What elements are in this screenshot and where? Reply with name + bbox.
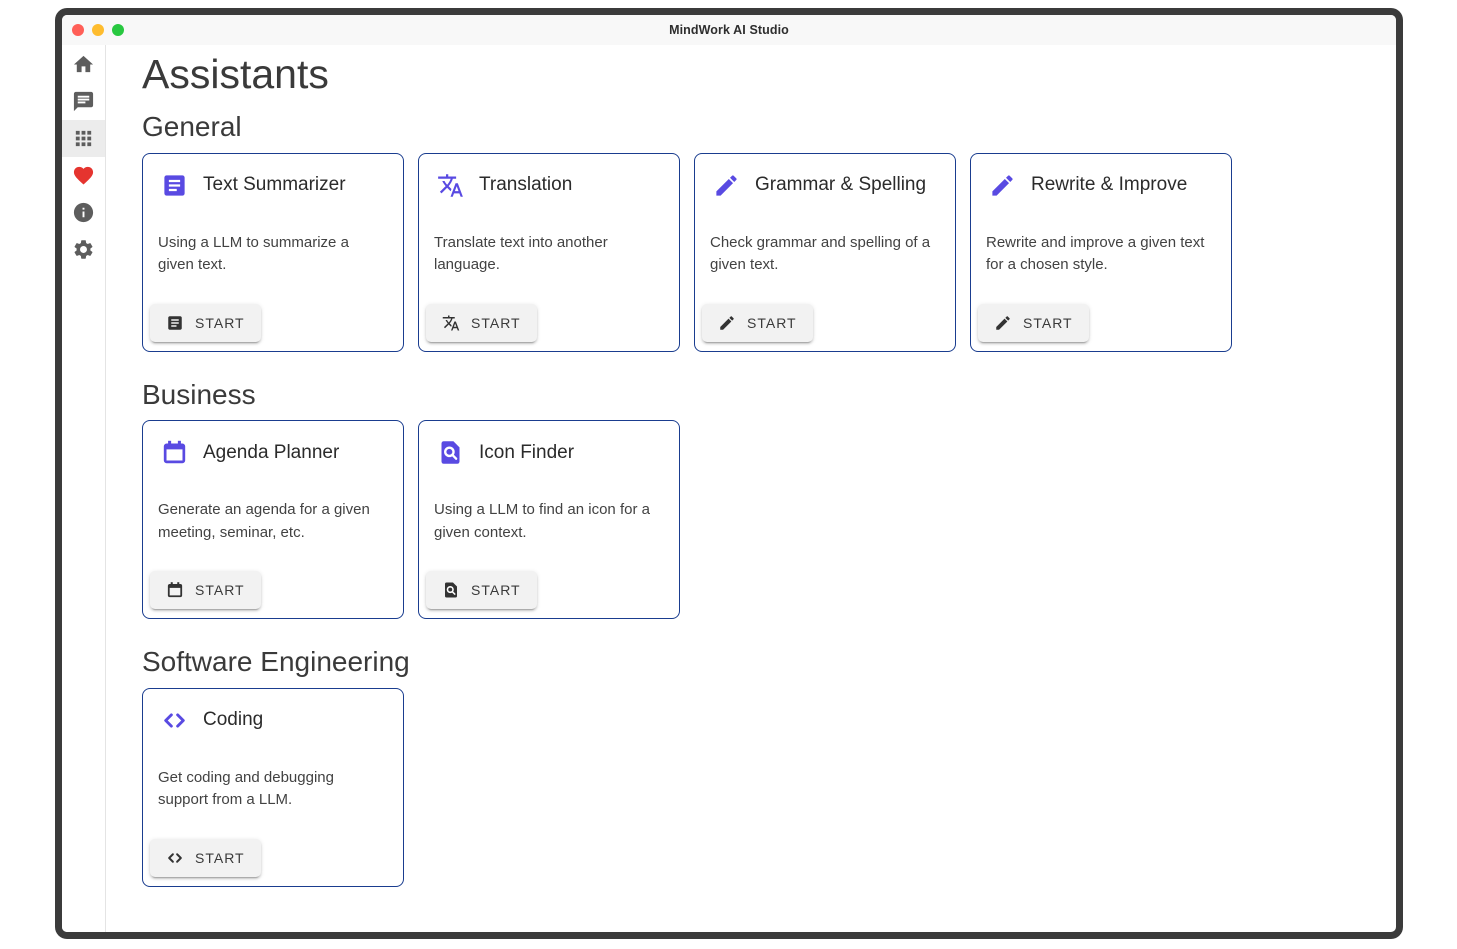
- start-button[interactable]: START: [150, 571, 261, 609]
- traffic-light-close[interactable]: [72, 24, 84, 36]
- card-header: Text Summarizer: [143, 154, 403, 199]
- sidebar-item-about[interactable]: [62, 194, 105, 231]
- card-title: Translation: [479, 174, 572, 196]
- start-button-label: START: [195, 850, 245, 866]
- card-description: Generate an agenda for a given meeting, …: [143, 499, 403, 544]
- home-icon: [72, 53, 95, 76]
- chat-icon: [72, 90, 95, 113]
- heart-icon: [72, 164, 95, 187]
- start-button[interactable]: START: [702, 304, 813, 342]
- traffic-lights: [62, 24, 124, 36]
- card-title: Rewrite & Improve: [1031, 174, 1187, 196]
- card-actions: START: [419, 297, 679, 351]
- card-actions: START: [143, 564, 403, 618]
- assistant-card: Coding Get coding and debugging support …: [142, 688, 404, 887]
- card-grid: Coding Get coding and debugging support …: [142, 688, 1396, 887]
- card-actions: START: [419, 564, 679, 618]
- assistant-card: Grammar & Spelling Check grammar and spe…: [694, 153, 956, 352]
- card-actions: START: [143, 832, 403, 886]
- start-button-label: START: [471, 582, 521, 598]
- window-frame: MindWork AI Studio Assistants General Te…: [55, 8, 1403, 939]
- card-description: Using a LLM to find an icon for a given …: [419, 499, 679, 544]
- section-heading: Business: [142, 378, 1396, 412]
- assistant-card: Icon Finder Using a LLM to find an icon …: [418, 420, 680, 619]
- card-description: Rewrite and improve a given text for a c…: [971, 232, 1231, 277]
- traffic-light-zoom[interactable]: [112, 24, 124, 36]
- card-header: Translation: [419, 154, 679, 199]
- start-button[interactable]: START: [150, 839, 261, 877]
- assistant-card: Agenda Planner Generate an agenda for a …: [142, 420, 404, 619]
- start-button-label: START: [1023, 315, 1073, 331]
- card-header: Coding: [143, 689, 403, 734]
- start-button-label: START: [471, 315, 521, 331]
- start-button[interactable]: START: [150, 304, 261, 342]
- sections-container: General Text Summarizer Using a LLM to s…: [142, 110, 1396, 887]
- sidebar: [62, 45, 106, 932]
- assistant-card: Translation Translate text into another …: [418, 153, 680, 352]
- assistant-card: Text Summarizer Using a LLM to summarize…: [142, 153, 404, 352]
- pencil-icon: [994, 314, 1012, 332]
- apps-grid-icon: [72, 127, 95, 150]
- app-window: MindWork AI Studio Assistants General Te…: [62, 15, 1396, 932]
- icon-search-icon: [437, 439, 464, 466]
- card-description: Get coding and debugging support from a …: [143, 767, 403, 812]
- sidebar-item-chats[interactable]: [62, 83, 105, 120]
- desktop-background: MindWork AI Studio Assistants General Te…: [0, 0, 1457, 949]
- card-grid: Agenda Planner Generate an agenda for a …: [142, 420, 1396, 619]
- card-actions: START: [695, 297, 955, 351]
- card-description: Translate text into another language.: [419, 232, 679, 277]
- calendar-icon: [166, 581, 184, 599]
- calendar-icon: [161, 439, 188, 466]
- section-heading: Software Engineering: [142, 645, 1396, 679]
- document-icon: [161, 172, 188, 199]
- pencil-icon: [718, 314, 736, 332]
- start-button-label: START: [195, 315, 245, 331]
- gear-icon: [72, 238, 95, 261]
- assistant-card: Rewrite & Improve Rewrite and improve a …: [970, 153, 1232, 352]
- start-button-label: START: [195, 582, 245, 598]
- assistant-section: Business Agenda Planner Generate an agen…: [142, 378, 1396, 620]
- assistant-section: General Text Summarizer Using a LLM to s…: [142, 110, 1396, 352]
- pencil-icon: [713, 172, 740, 199]
- card-header: Grammar & Spelling: [695, 154, 955, 199]
- card-actions: START: [143, 297, 403, 351]
- start-button[interactable]: START: [426, 571, 537, 609]
- card-description: Check grammar and spelling of a given te…: [695, 232, 955, 277]
- card-actions: START: [971, 297, 1231, 351]
- card-grid: Text Summarizer Using a LLM to summarize…: [142, 153, 1396, 352]
- sidebar-item-home[interactable]: [62, 46, 105, 83]
- code-icon: [166, 849, 184, 867]
- card-description: Using a LLM to summarize a given text.: [143, 232, 403, 277]
- translate-icon: [437, 172, 464, 199]
- sidebar-item-settings[interactable]: [62, 231, 105, 268]
- window-title: MindWork AI Studio: [62, 23, 1396, 37]
- sidebar-item-assistants[interactable]: [62, 120, 105, 157]
- assistant-section: Software Engineering Coding Get coding a…: [142, 645, 1396, 887]
- start-button[interactable]: START: [426, 304, 537, 342]
- sidebar-item-favorites[interactable]: [62, 157, 105, 194]
- page-title: Assistants: [142, 51, 1396, 98]
- card-header: Icon Finder: [419, 421, 679, 466]
- document-icon: [166, 314, 184, 332]
- window-body: Assistants General Text Summarizer Using…: [62, 45, 1396, 932]
- info-icon: [72, 201, 95, 224]
- card-title: Text Summarizer: [203, 174, 346, 196]
- pencil-icon: [989, 172, 1016, 199]
- start-button-label: START: [747, 315, 797, 331]
- start-button[interactable]: START: [978, 304, 1089, 342]
- card-title: Icon Finder: [479, 442, 574, 464]
- icon-search-icon: [442, 581, 460, 599]
- titlebar: MindWork AI Studio: [62, 15, 1396, 45]
- card-title: Agenda Planner: [203, 442, 339, 464]
- card-title: Coding: [203, 709, 263, 731]
- section-heading: General: [142, 110, 1396, 144]
- main-content: Assistants General Text Summarizer Using…: [106, 45, 1396, 932]
- traffic-light-minimize[interactable]: [92, 24, 104, 36]
- translate-icon: [442, 314, 460, 332]
- code-icon: [161, 707, 188, 734]
- card-header: Rewrite & Improve: [971, 154, 1231, 199]
- card-header: Agenda Planner: [143, 421, 403, 466]
- card-title: Grammar & Spelling: [755, 174, 926, 196]
